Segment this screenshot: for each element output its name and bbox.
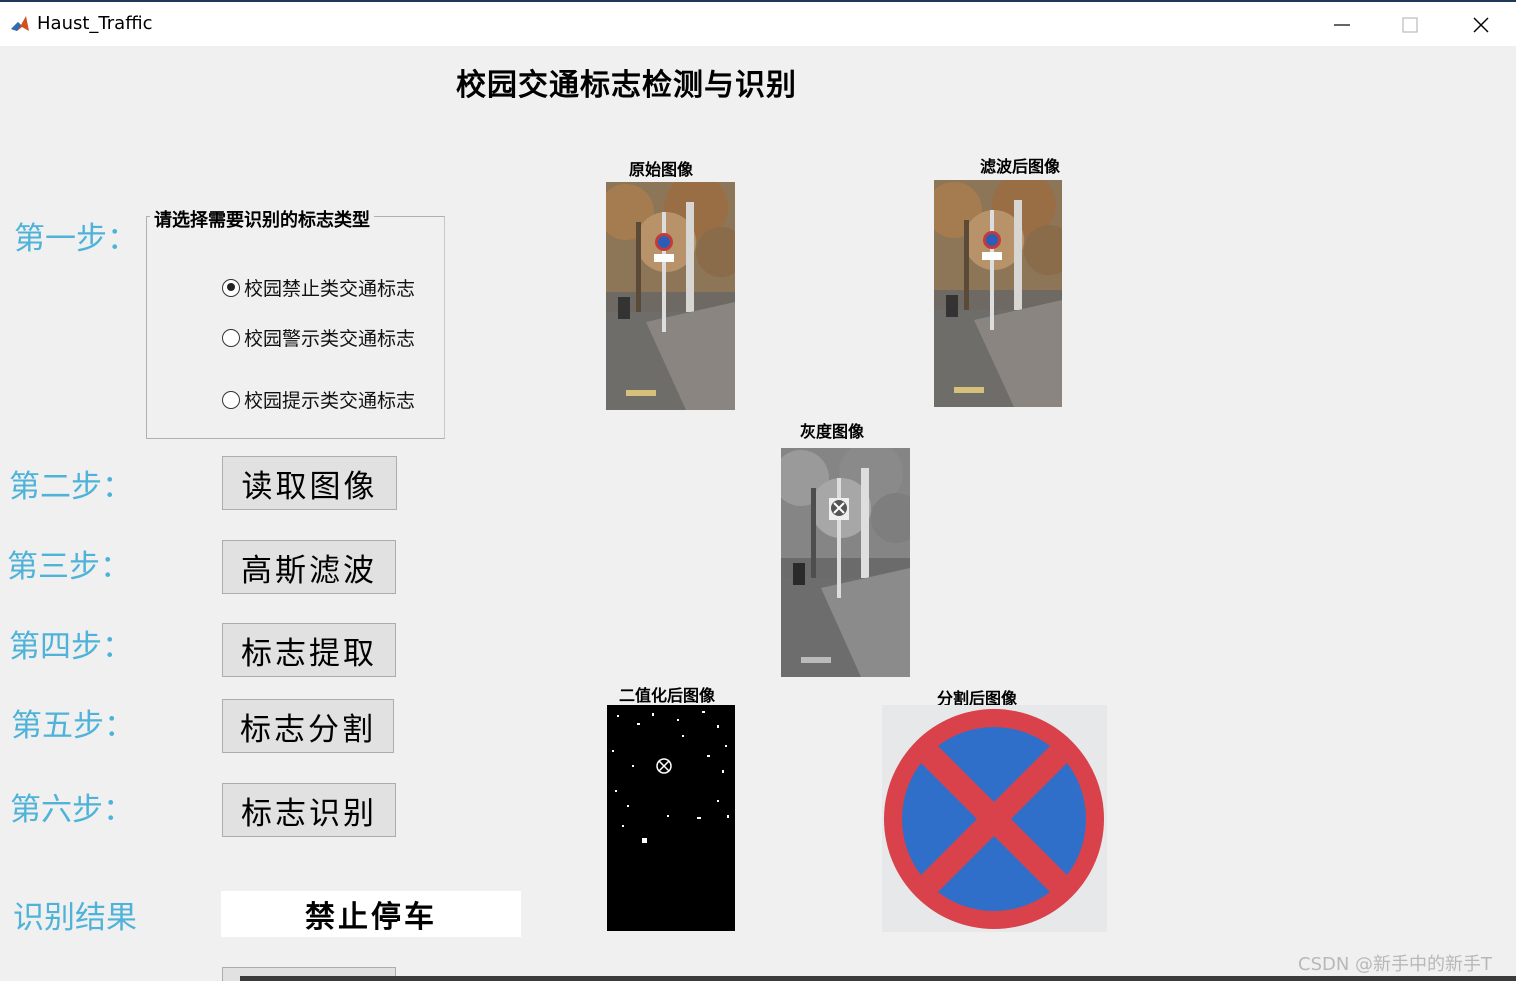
segmented-image [882, 705, 1107, 932]
radio-indicator[interactable] [222, 328, 240, 347]
matlab-icon [9, 13, 31, 35]
radio-selected-indicator[interactable] [222, 278, 240, 297]
sign-segment-button[interactable]: 标志分割 [222, 699, 394, 753]
radio-indicator[interactable] [222, 390, 240, 409]
horizontal-scrollbar[interactable] [240, 976, 1516, 981]
filtered-image-caption: 滤波后图像 [980, 157, 1061, 176]
radio-warning-label: 校园警示类交通标志 [244, 328, 416, 350]
radio-prohibition-label: 校园禁止类交通标志 [244, 278, 416, 300]
binary-image-caption: 二值化后图像 [619, 686, 716, 705]
window-titlebar: Haust_Traffic [0, 0, 1516, 46]
step3-label: 第三步： [7, 549, 131, 585]
radio-prohibition[interactable]: 校园禁止类交通标志 [222, 274, 415, 301]
radio-warning[interactable]: 校园警示类交通标志 [222, 324, 415, 351]
radio-indication-label: 校园提示类交通标志 [244, 390, 416, 412]
maximize-icon [1402, 17, 1418, 33]
gaussian-filter-button[interactable]: 高斯滤波 [222, 540, 396, 594]
result-value: 禁止停车 [221, 891, 521, 937]
read-image-button[interactable]: 读取图像 [222, 456, 397, 510]
step4-label: 第四步： [9, 629, 133, 665]
binary-image [607, 705, 735, 931]
close-icon [1473, 17, 1489, 33]
original-image-caption: 原始图像 [629, 160, 694, 179]
gray-image-caption: 灰度图像 [800, 422, 865, 441]
original-image [606, 182, 735, 410]
watermark: CSDN @新手中的新手T [1298, 954, 1493, 975]
window-title: Haust_Traffic [37, 13, 153, 34]
result-label: 识别结果 [13, 900, 137, 936]
page-title: 校园交通标志检测与识别 [456, 68, 797, 103]
step5-label: 第五步： [11, 708, 135, 744]
minimize-button[interactable] [1322, 10, 1362, 40]
step6-label: 第六步： [10, 792, 134, 828]
radio-indication[interactable]: 校园提示类交通标志 [222, 386, 415, 413]
sign-extract-button[interactable]: 标志提取 [222, 623, 396, 677]
step1-label: 第一步： [14, 221, 138, 257]
close-button[interactable] [1461, 10, 1501, 40]
filtered-image [934, 180, 1062, 407]
step2-label: 第二步： [9, 469, 133, 505]
maximize-button[interactable] [1390, 10, 1430, 40]
sign-type-panel-title: 请选择需要识别的标志类型 [150, 206, 374, 232]
minimize-icon [1334, 24, 1350, 26]
sign-recognize-button[interactable]: 标志识别 [222, 783, 396, 837]
gray-image [781, 448, 910, 677]
